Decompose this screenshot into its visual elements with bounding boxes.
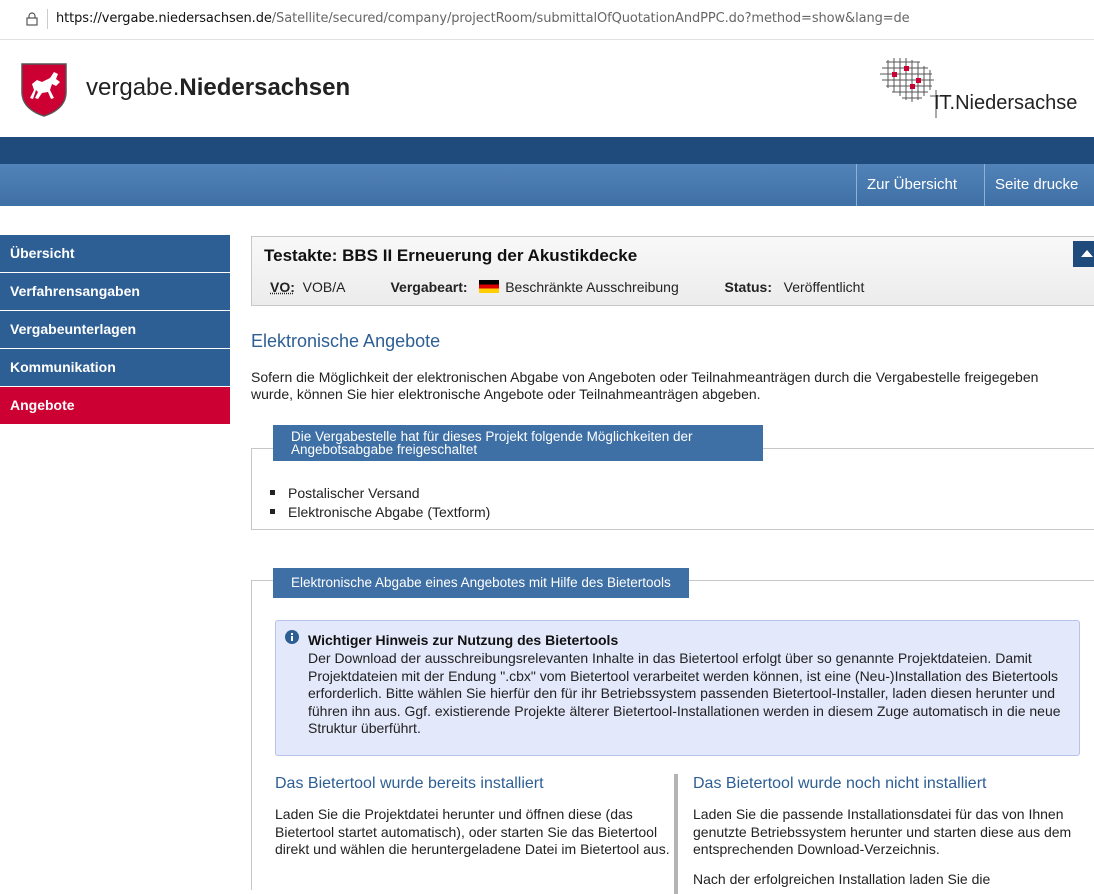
overview-button[interactable]: Zur Übersicht: [856, 164, 967, 206]
notice-title: Wichtiger Hinweis zur Nutzung des Bieter…: [308, 632, 618, 648]
intro-text: Sofern die Möglichkeit der elektronische…: [251, 369, 1081, 403]
installed-column: Das Bietertool wurde bereits installiert…: [275, 775, 675, 859]
project-meta: VO: VOB/A Vergabeart: Beschränkte Aussch…: [270, 279, 864, 295]
page-title: Elektronische Angebote: [251, 331, 440, 352]
url-host: https://vergabe.niedersachsen.de: [56, 11, 272, 26]
options-heading-line2: Angebotsabgabe freigeschaltet: [291, 442, 477, 457]
bietertool-heading: Elektronische Abgabe eines Angebotes mit…: [273, 568, 689, 598]
brand-name[interactable]: vergabe.Niedersachsen: [86, 74, 350, 102]
sidebar-item-offers[interactable]: Angebote: [0, 387, 230, 425]
project-title: Testakte: BBS II Erneuerung der Akustikd…: [264, 246, 637, 266]
installed-text: Laden Sie die Projektdatei herunter und …: [275, 806, 675, 859]
status-label: Status:: [725, 279, 772, 295]
niedersachsen-crest-logo[interactable]: [20, 62, 68, 117]
not-installed-column: Das Bietertool wurde noch nicht installi…: [693, 775, 1093, 888]
submission-options-list: Postalischer Versand Elektronische Abgab…: [270, 484, 490, 522]
important-notice: Wichtiger Hinweis zur Nutzung des Bieter…: [275, 620, 1080, 756]
url-path: /Satellite/secured/company/projectRoom/s…: [272, 11, 910, 26]
sidebar-item-communication[interactable]: Kommunikation: [0, 349, 230, 387]
nav-bar: Zur Übersicht Seite drucke: [0, 164, 1094, 206]
lock-icon: [26, 12, 38, 26]
submission-options-heading: Die Vergabestelle hat für dieses Projekt…: [273, 425, 763, 461]
vo-label: VO:: [270, 279, 295, 295]
notice-body: Der Download der ausschreibungsrelevante…: [308, 650, 1073, 738]
procurement-type-value: Beschränkte Ausschreibung: [505, 279, 679, 295]
brand-prefix: vergabe.: [86, 74, 179, 101]
sidebar: Übersicht Verfahrensangaben Vergabeunter…: [0, 235, 230, 425]
print-page-button[interactable]: Seite drucke: [984, 164, 1088, 206]
site-header: vergabe.Niedersachsen IT.Niedersachse: [0, 40, 1094, 137]
sidebar-item-overview[interactable]: Übersicht: [0, 235, 230, 273]
column-divider: [674, 774, 678, 894]
top-bar: [0, 137, 1094, 164]
procurement-type-label: Vergabeart:: [390, 279, 467, 295]
brand-bold: Niedersachsen: [179, 74, 350, 101]
sidebar-item-procedure[interactable]: Verfahrensangaben: [0, 273, 230, 311]
not-installed-title: Das Bietertool wurde noch nicht installi…: [693, 775, 1093, 793]
not-installed-text-continued: Nach der erfolgreichen Installation lade…: [693, 871, 1093, 889]
list-item: Postalischer Versand: [270, 484, 490, 503]
list-item: Elektronische Abgabe (Textform): [270, 503, 490, 522]
vo-value: VOB/A: [303, 279, 345, 295]
not-installed-text: Laden Sie die passende Installationsdate…: [693, 806, 1093, 859]
address-separator: [47, 9, 48, 29]
it-niedersachsen-text: IT.Niedersachse: [934, 92, 1077, 115]
collapse-button[interactable]: [1073, 241, 1094, 267]
chevron-up-icon: [1080, 249, 1094, 258]
sidebar-item-documents[interactable]: Vergabeunterlagen: [0, 311, 230, 349]
address-url[interactable]: https://vergabe.niedersachsen.de/Satelli…: [56, 11, 910, 26]
germany-flag-icon: [479, 280, 499, 293]
installed-title: Das Bietertool wurde bereits installiert: [275, 775, 675, 793]
info-icon: [285, 630, 299, 644]
browser-address-bar[interactable]: https://vergabe.niedersachsen.de/Satelli…: [0, 0, 1094, 40]
project-summary: Testakte: BBS II Erneuerung der Akustikd…: [251, 236, 1094, 306]
status-value: Veröffentlicht: [784, 279, 865, 295]
